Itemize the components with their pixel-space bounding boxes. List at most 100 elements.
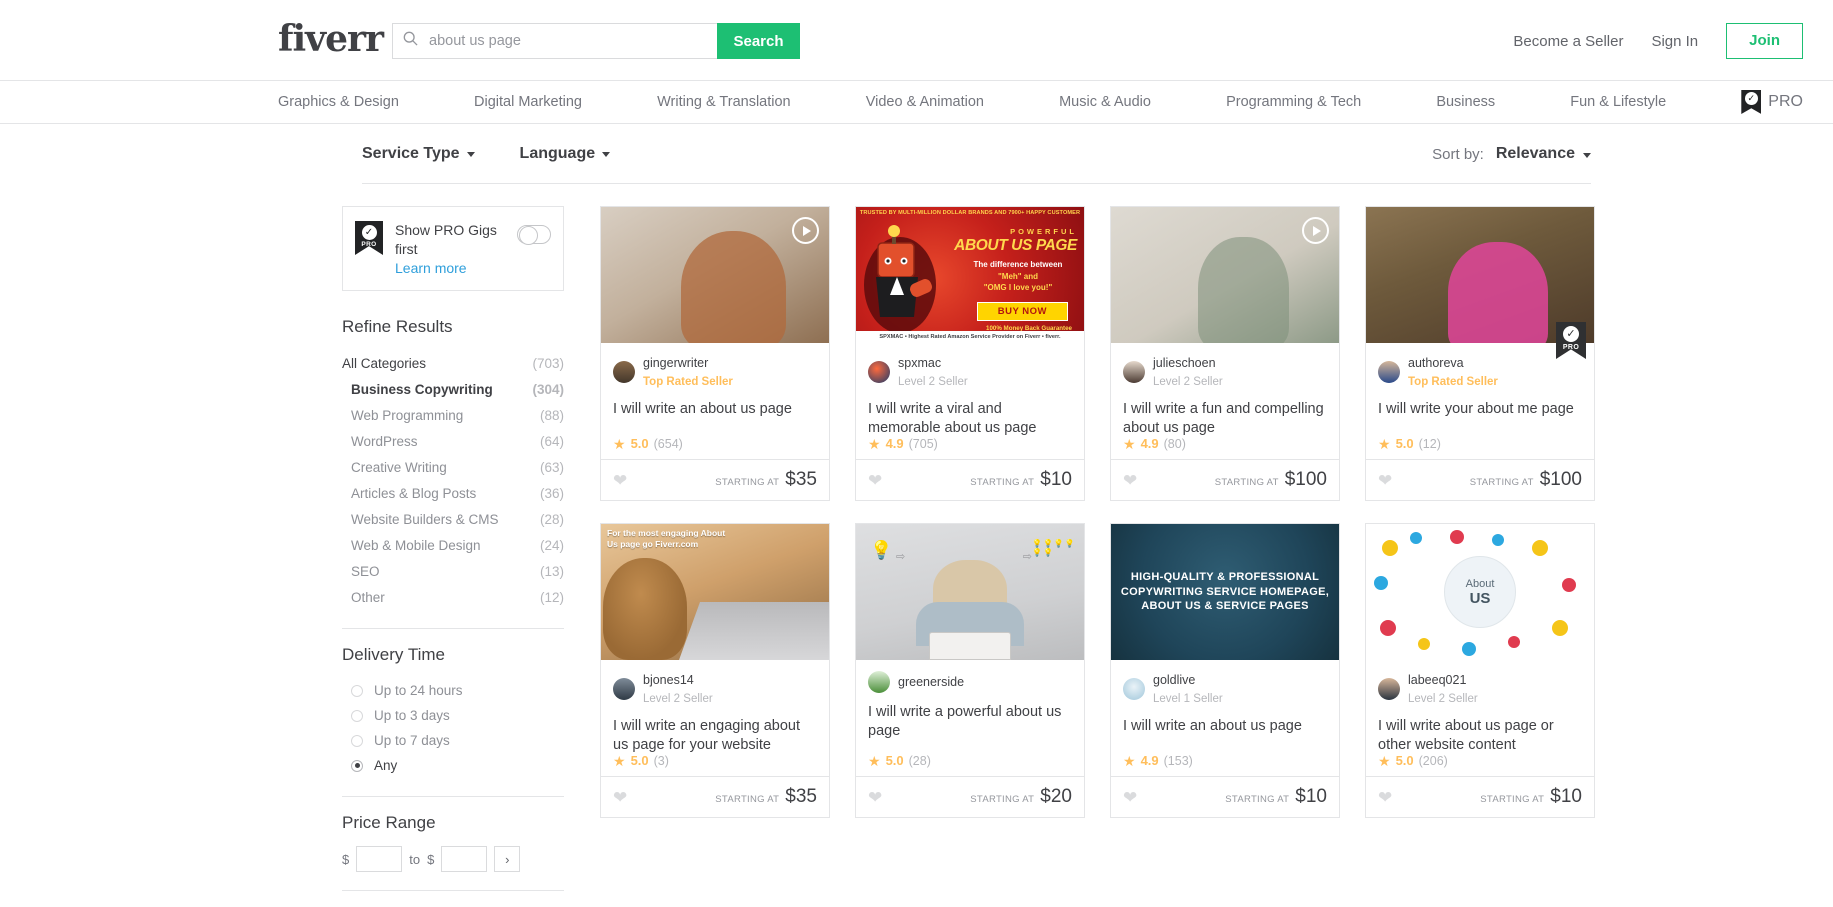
heart-icon[interactable]: ❤ [1123,472,1137,489]
sign-in-link[interactable]: Sign In [1651,33,1698,50]
thumb-node [1508,636,1520,648]
language-filter[interactable]: Language [520,145,611,163]
sidebar-item-other[interactable]: Other (12) [342,584,564,610]
service-type-label: Service Type [362,144,460,162]
heart-icon[interactable]: ❤ [613,789,627,806]
gig-seller[interactable]: gingerwriter Top Rated Seller [613,354,817,390]
sidebar-item-creative-writing[interactable]: Creative Writing (63) [342,454,564,480]
show-pro-gigs-toggle[interactable] [517,225,551,245]
seller-name: labeeq021 [1408,673,1467,687]
play-icon[interactable] [792,217,819,244]
become-a-seller-link[interactable]: Become a Seller [1513,33,1623,50]
sidebar-item-website-builders-cms[interactable]: Website Builders & CMS (28) [342,506,564,532]
price-max-input[interactable] [441,846,488,872]
radio-icon-selected [351,759,363,772]
heart-icon[interactable]: ❤ [868,472,882,489]
gig-thumbnail[interactable]: TRUSTED BY MULTI-MILLION DOLLAR BRANDS A… [856,207,1084,343]
heart-icon[interactable]: ❤ [1378,789,1392,806]
learn-more-link[interactable]: Learn more [395,260,505,276]
search-button[interactable]: Search [717,23,800,59]
delivery-option-label: Up to 24 hours [374,683,463,698]
nav-item-writing-translation[interactable]: Writing & Translation [657,94,791,110]
nav-item-music-audio[interactable]: Music & Audio [1059,94,1151,110]
fiverr-logo[interactable]: fiverr [278,18,384,60]
gig-title[interactable]: I will write an engaging about us page f… [613,717,817,755]
gig-rating: ★ 4.9 (80) [1123,436,1186,451]
sort-by-dropdown[interactable]: Relevance [1496,145,1591,163]
gig-seller[interactable]: goldlive Level 1 Seller [1123,671,1327,707]
gig-title[interactable]: I will write a powerful about us page [868,703,1072,741]
heart-icon[interactable]: ❤ [868,789,882,806]
gig-seller[interactable]: julieschoen Level 2 Seller [1123,354,1327,390]
category-label: WordPress [351,433,418,449]
nav-item-video-animation[interactable]: Video & Animation [866,94,984,110]
sidebar-item-articles-blog-posts[interactable]: Articles & Blog Posts (36) [342,480,564,506]
gig-card[interactable]: TRUSTED BY MULTI-MILLION DOLLAR BRANDS A… [855,206,1085,501]
seller-level: Top Rated Seller [643,376,733,388]
seller-name: authoreva [1408,356,1464,370]
gig-thumbnail[interactable]: About US [1366,524,1594,660]
nav-item-business[interactable]: Business [1436,94,1495,110]
sidebar-item-business-copywriting[interactable]: Business Copywriting (304) [342,376,564,402]
gig-thumbnail[interactable]: 💡 ⇨ ⇨ 💡💡💡💡💡💡 [856,524,1084,660]
gig-seller[interactable]: spxmac Level 2 Seller [868,354,1072,390]
sidebar-item-web-programming[interactable]: Web Programming (88) [342,402,564,428]
gig-price: $10 [1295,786,1327,807]
gig-title[interactable]: I will write an about us page [613,400,817,438]
gig-card[interactable]: 💡 ⇨ ⇨ 💡💡💡💡💡💡 greenerside I will write a … [855,523,1085,818]
heart-icon[interactable]: ❤ [1378,472,1392,489]
chevron-down-icon [602,152,611,157]
top-header: fiverr Search Become a Seller Sign In Jo… [0,0,1833,81]
nav-item-fun-lifestyle[interactable]: Fun & Lifestyle [1570,94,1666,110]
gig-thumbnail[interactable]: HIGH-QUALITY & PROFESSIONAL COPYWRITING … [1111,524,1339,660]
thumb-banner-text: TRUSTED BY MULTI-MILLION DOLLAR BRANDS A… [859,210,1081,216]
delivery-option-24-hours[interactable]: Up to 24 hours [342,678,564,703]
delivery-option-3-days[interactable]: Up to 3 days [342,703,564,728]
category-count: (64) [539,433,564,449]
gig-seller[interactable]: bjones14 Level 2 Seller [613,671,817,707]
gig-card[interactable]: For the most engaging About Us page go F… [600,523,830,818]
gig-seller[interactable]: greenerside [868,671,1072,693]
gig-card[interactable]: About US labeeq021 Level 2 Seller I will… [1365,523,1595,818]
thumb-node [1492,534,1504,546]
gig-seller[interactable]: authoreva Top Rated Seller [1378,354,1582,390]
nav-item-pro[interactable]: ✓ PRO [1741,90,1803,114]
nav-item-digital-marketing[interactable]: Digital Marketing [474,94,582,110]
gig-title[interactable]: I will write about us page or other webs… [1378,717,1582,755]
gig-thumbnail[interactable]: For the most engaging About Us page go F… [601,524,829,660]
delivery-option-any[interactable]: Any [342,753,564,778]
heart-icon[interactable]: ❤ [613,472,627,489]
play-icon[interactable] [1302,217,1329,244]
service-type-filter[interactable]: Service Type [362,145,475,163]
nav-item-programming-tech[interactable]: Programming & Tech [1226,94,1361,110]
price-apply-button[interactable]: › [494,846,521,872]
heart-icon[interactable]: ❤ [1123,789,1137,806]
gig-card[interactable]: HIGH-QUALITY & PROFESSIONAL COPYWRITING … [1110,523,1340,818]
gig-seller[interactable]: labeeq021 Level 2 Seller [1378,671,1582,707]
sidebar-item-seo[interactable]: SEO (13) [342,558,564,584]
rating-count: (80) [1163,436,1186,451]
gig-title[interactable]: I will write an about us page [1123,717,1327,755]
gig-card[interactable]: ✓ PRO authoreva Top Rated Seller I will … [1365,206,1595,501]
gig-card[interactable]: gingerwriter Top Rated Seller I will wri… [600,206,830,501]
gig-title[interactable]: I will write a viral and memorable about… [868,400,1072,438]
refine-results-heading: Refine Results [342,317,453,336]
gig-card[interactable]: julieschoen Level 2 Seller I will write … [1110,206,1340,501]
sidebar-item-all-categories[interactable]: All Categories (703) [342,350,564,376]
delivery-option-7-days[interactable]: Up to 7 days [342,728,564,753]
gig-thumbnail[interactable] [1111,207,1339,343]
gig-results: gingerwriter Top Rated Seller I will wri… [564,206,1803,907]
category-label: Web & Mobile Design [351,537,481,553]
price-min-input[interactable] [356,846,403,872]
gig-title[interactable]: I will write your about me page [1378,400,1582,438]
search-input[interactable] [427,32,707,50]
sidebar-item-wordpress[interactable]: WordPress (64) [342,428,564,454]
gig-thumbnail[interactable] [601,207,829,343]
gig-price: $10 [1040,469,1072,490]
gig-title[interactable]: I will write a fun and compelling about … [1123,400,1327,438]
join-button[interactable]: Join [1726,23,1803,59]
nav-item-graphics-design[interactable]: Graphics & Design [278,94,399,110]
search-box[interactable] [392,23,717,59]
sidebar-item-web-mobile-design[interactable]: Web & Mobile Design (24) [342,532,564,558]
gig-rating: ★ 5.0 (12) [1378,436,1441,451]
